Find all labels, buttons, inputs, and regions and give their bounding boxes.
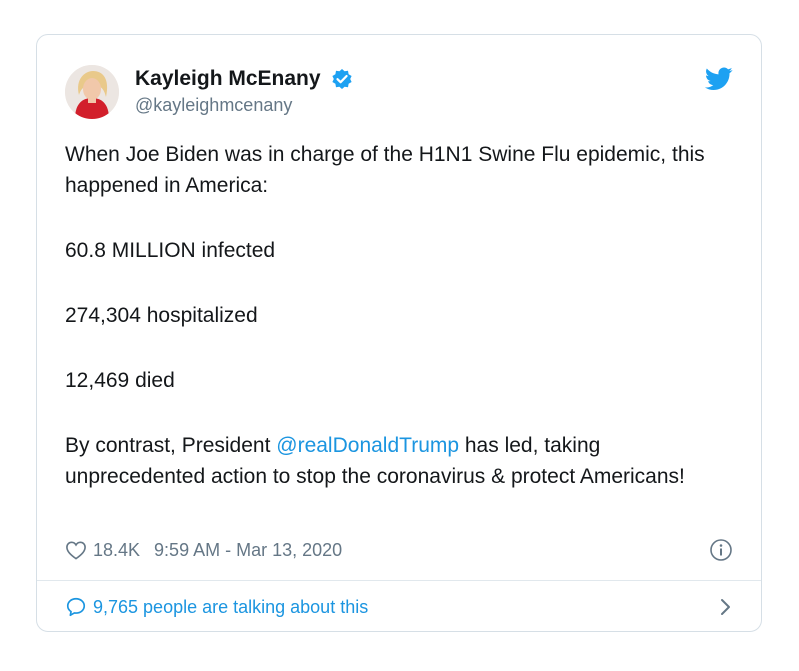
tweet-text-infected: 60.8 MILLION infected bbox=[65, 239, 276, 262]
tweet-body: When Joe Biden was in charge of the H1N1… bbox=[65, 139, 705, 492]
twitter-bird-icon[interactable] bbox=[704, 67, 733, 91]
avatar[interactable] bbox=[65, 65, 119, 119]
tweet-text-contrast: By contrast, President @realDonaldTrump … bbox=[65, 430, 705, 492]
chevron-right-icon[interactable] bbox=[719, 597, 733, 617]
mention-link[interactable]: @realDonaldTrump bbox=[276, 434, 459, 457]
tweet-text-died: 12,469 died bbox=[65, 369, 175, 392]
speech-bubble-icon bbox=[65, 596, 87, 618]
author-display-name[interactable]: Kayleigh McEnany bbox=[135, 67, 321, 91]
info-icon[interactable] bbox=[709, 538, 733, 562]
tweet-timestamp[interactable]: 9:59 AM - Mar 13, 2020 bbox=[154, 540, 342, 561]
like-count[interactable]: 18.4K bbox=[93, 540, 140, 561]
tweet-header: Kayleigh McEnany @kayleighmcenany bbox=[65, 65, 733, 121]
author-info: Kayleigh McEnany @kayleighmcenany bbox=[135, 67, 353, 116]
heart-icon[interactable] bbox=[65, 540, 87, 560]
author-handle[interactable]: @kayleighmcenany bbox=[135, 95, 353, 116]
tweet-card: Kayleigh McEnany @kayleighmcenany When J… bbox=[36, 34, 762, 632]
verified-badge-icon bbox=[331, 68, 353, 90]
talking-count-text: 9,765 people are talking about this bbox=[93, 596, 369, 617]
tweet-text-intro: When Joe Biden was in charge of the H1N1… bbox=[65, 143, 705, 197]
tweet-meta: 18.4K 9:59 AM - Mar 13, 2020 bbox=[65, 537, 733, 563]
contrast-text-before: By contrast, President bbox=[65, 434, 277, 457]
tweet-text-hospitalized: 274,304 hospitalized bbox=[65, 304, 258, 327]
conversation-link[interactable]: 9,765 people are talking about this bbox=[65, 581, 733, 633]
